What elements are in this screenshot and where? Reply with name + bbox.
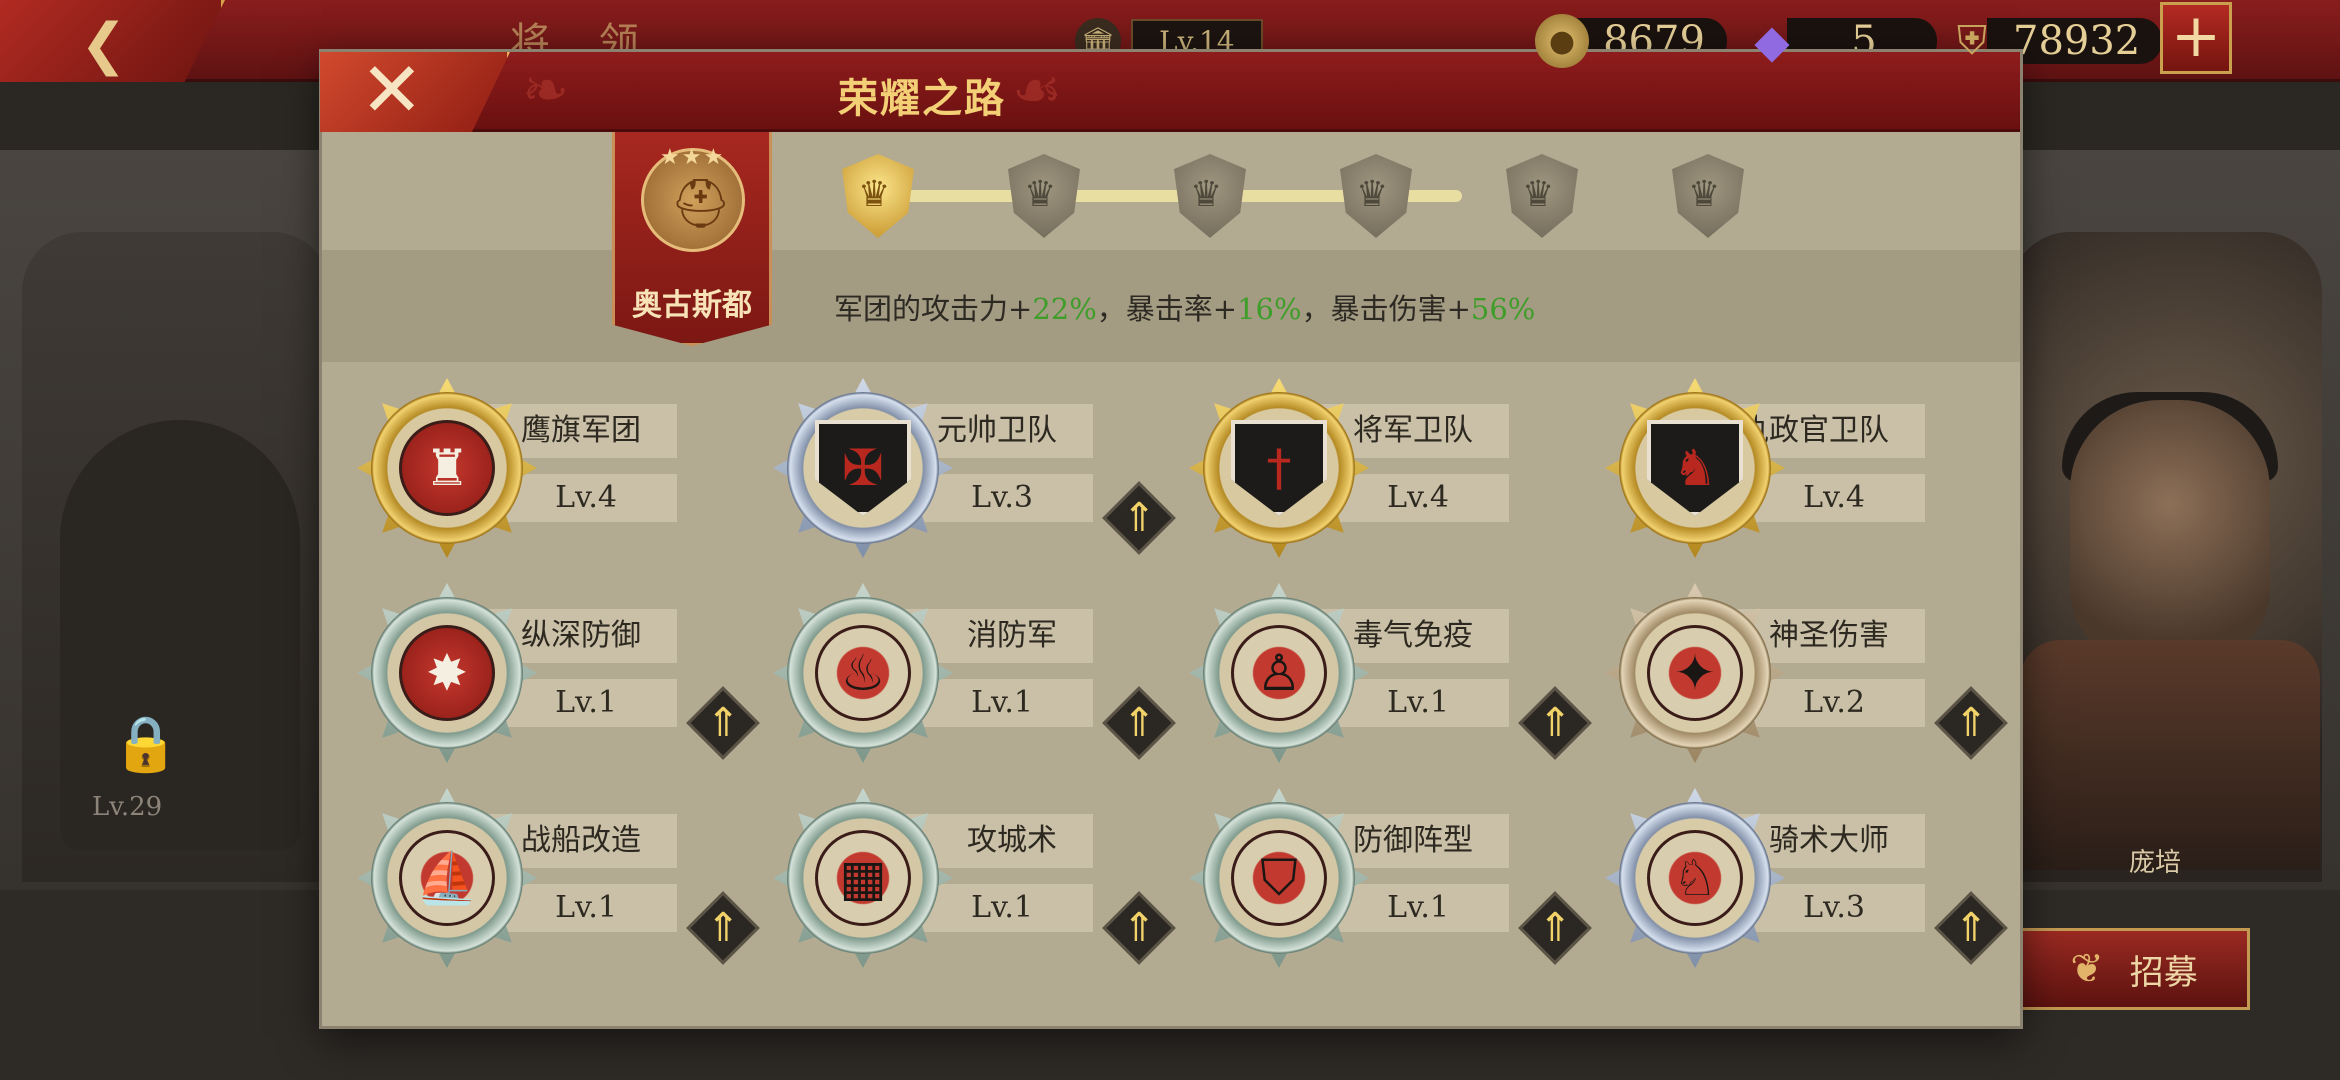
hero-name: 庞培 [2128, 848, 2181, 878]
close-icon: ✕ [360, 45, 424, 134]
skill-card[interactable]: 毒气免疫 Lv.1 ♙ ⇑ [1189, 583, 1599, 783]
medal-glyph: ⛉ [1260, 848, 1298, 907]
rank-node-1[interactable]: ♛ [830, 148, 926, 244]
eagle-banner-icon[interactable]: ♜ [357, 378, 537, 558]
helmet-icon: ⛑ [670, 176, 731, 232]
eagle-icon: ♛ [1024, 174, 1057, 215]
marshal-shield-icon[interactable]: ✠ [773, 378, 953, 558]
bonus-crit-dmg-value: 56% [1470, 292, 1536, 326]
chevron-left-icon: ❮ [80, 12, 127, 77]
bonus-crit-rate-label: ，暴击率+ [1096, 292, 1238, 326]
skill-card[interactable]: 防御阵型 Lv.1 ⛉ ⇑ [1189, 788, 1599, 988]
siege-wall-icon[interactable]: ▦ [773, 788, 953, 968]
double-arrow-up-icon: ⇑ [1954, 700, 1988, 746]
double-arrow-up-icon: ⇑ [1122, 700, 1156, 746]
skill-card[interactable]: 元帅卫队 Lv.3 ✠ ⇑ [773, 378, 1183, 578]
consul-horse-shield-icon[interactable]: ♞ [1605, 378, 1785, 558]
upgrade-button[interactable]: ⇑ [1102, 891, 1176, 965]
eagle-icon: ♛ [858, 174, 891, 215]
hero-portrait [2070, 400, 2270, 660]
upgrade-button[interactable]: ⇑ [1934, 686, 2008, 760]
rank-node-4[interactable]: ♛ [1328, 148, 1424, 244]
upgrade-button[interactable]: ⇑ [1102, 686, 1176, 760]
laurel-plus-icon: ❦ [2070, 946, 2104, 992]
double-arrow-up-icon: ⇑ [1538, 700, 1572, 746]
upgrade-button[interactable]: ⇑ [1518, 891, 1592, 965]
gold-coin-icon: ● [1535, 14, 1589, 68]
rank-emblem-icon: ★★★ ⛑ [641, 145, 745, 252]
medal-glyph: ✠ [842, 439, 884, 497]
medal-glyph: ✦ [1674, 644, 1716, 702]
add-resource-button[interactable]: + [2160, 2, 2232, 74]
upgrade-button[interactable]: ⇑ [686, 891, 760, 965]
rank-node-3[interactable]: ♛ [1162, 148, 1258, 244]
rank-name: 奥古斯都 [632, 288, 752, 323]
horse-master-icon[interactable]: ♘ [1605, 788, 1785, 968]
double-arrow-up-icon: ⇑ [1954, 905, 1988, 951]
recruit-button[interactable]: ❦ 招募 [2018, 928, 2250, 1010]
unlock-level: Lv.29 [92, 792, 163, 822]
eagle-icon: ♛ [1190, 174, 1223, 215]
skill-card[interactable]: 攻城术 Lv.1 ▦ ⇑ [773, 788, 1183, 988]
bonus-crit-dmg-label: ，暴击伤害+ [1301, 292, 1471, 326]
upgrade-button[interactable]: ⇑ [1102, 481, 1176, 555]
power-resource[interactable]: ⛨ 78932 [1945, 14, 2163, 68]
eagle-icon: ♛ [1356, 174, 1389, 215]
medal-glyph: ♨ [840, 644, 886, 702]
shield-wall-icon[interactable]: ✸ [357, 583, 537, 763]
medal-glyph: ⛵ [415, 848, 479, 907]
medal-glyph: ♘ [1672, 849, 1718, 907]
double-arrow-up-icon: ⇑ [706, 700, 740, 746]
defense-formation-icon[interactable]: ⛉ [1189, 788, 1369, 968]
bonus-crit-rate-value: 16% [1237, 292, 1302, 326]
medal-glyph: ♙ [1256, 644, 1302, 702]
helmet-icon: ⛨ [1957, 18, 1987, 64]
rank-node-2[interactable]: ♛ [996, 148, 1092, 244]
hero-armor [2020, 640, 2320, 870]
medal-glyph: ▦ [839, 849, 887, 907]
skill-card[interactable]: 消防军 Lv.1 ♨ ⇑ [773, 583, 1183, 783]
upgrade-button[interactable]: ⇑ [1934, 891, 2008, 965]
double-arrow-up-icon: ⇑ [1538, 905, 1572, 951]
rank-banner[interactable]: ★★★ ⛑ 奥古斯都 [612, 132, 772, 346]
hero-silhouette [60, 420, 300, 850]
gem-icon: ◆ [1754, 14, 1790, 68]
holy-star-icon[interactable]: ✦ [1605, 583, 1785, 763]
double-arrow-up-icon: ⇑ [706, 905, 740, 951]
bonus-text: 军团的攻击力+22%，暴击率+16%，暴击伤害+56% [834, 286, 1535, 328]
double-arrow-up-icon: ⇑ [1122, 495, 1156, 541]
medal-glyph: ♜ [424, 439, 470, 497]
upgrade-button[interactable]: ⇑ [686, 686, 760, 760]
skill-card[interactable]: 将军卫队 Lv.4 † [1189, 378, 1599, 578]
skill-card[interactable]: 骑术大师 Lv.3 ♘ ⇑ [1605, 788, 2015, 988]
stars-icon: ★★★ [660, 145, 726, 170]
skill-card[interactable]: 战船改造 Lv.1 ⛵ ⇑ [357, 788, 767, 988]
recruit-label: 招募 [2129, 952, 2198, 993]
medal-glyph: ✸ [426, 644, 468, 702]
warship-gear-icon[interactable]: ⛵ [357, 788, 537, 968]
eagle-icon: ♛ [1688, 174, 1721, 215]
glory-road-dialog: ❧ ☙ 荣耀之路 ✕ ★★★ ⛑ 奥古斯都 ♛ ♛ ♛ ♛ ♛ ♛ 军团的攻击力+22%，… [320, 45, 2020, 1026]
bonus-attack-label: 军团的攻击力+ [834, 292, 1033, 326]
medal-glyph: † [1266, 439, 1292, 497]
bonus-attack-value: 22% [1032, 292, 1097, 326]
rank-node-5[interactable]: ♛ [1494, 148, 1590, 244]
fire-hammer-icon[interactable]: ♨ [773, 583, 953, 763]
rank-node-6[interactable]: ♛ [1660, 148, 1756, 244]
laurel-left-icon: ❧ [522, 58, 569, 123]
lock-icon: 🔒 [112, 712, 180, 775]
upgrade-button[interactable]: ⇑ [1518, 686, 1592, 760]
eagle-icon: ♛ [1522, 174, 1555, 215]
skill-card[interactable]: 神圣伤害 Lv.2 ✦ ⇑ [1605, 583, 2015, 783]
general-shield-icon[interactable]: † [1189, 378, 1369, 558]
skill-card[interactable]: 纵深防御 Lv.1 ✸ ⇑ [357, 583, 767, 783]
skill-card[interactable]: 执政官卫队 Lv.4 ♞ [1605, 378, 2015, 578]
dialog-title: 荣耀之路 [838, 75, 1006, 122]
double-arrow-up-icon: ⇑ [1122, 905, 1156, 951]
medal-glyph: ♞ [1672, 439, 1718, 497]
strongman-icon[interactable]: ♙ [1189, 583, 1369, 763]
skill-card[interactable]: 鹰旗军团 Lv.4 ♜ [357, 378, 767, 578]
